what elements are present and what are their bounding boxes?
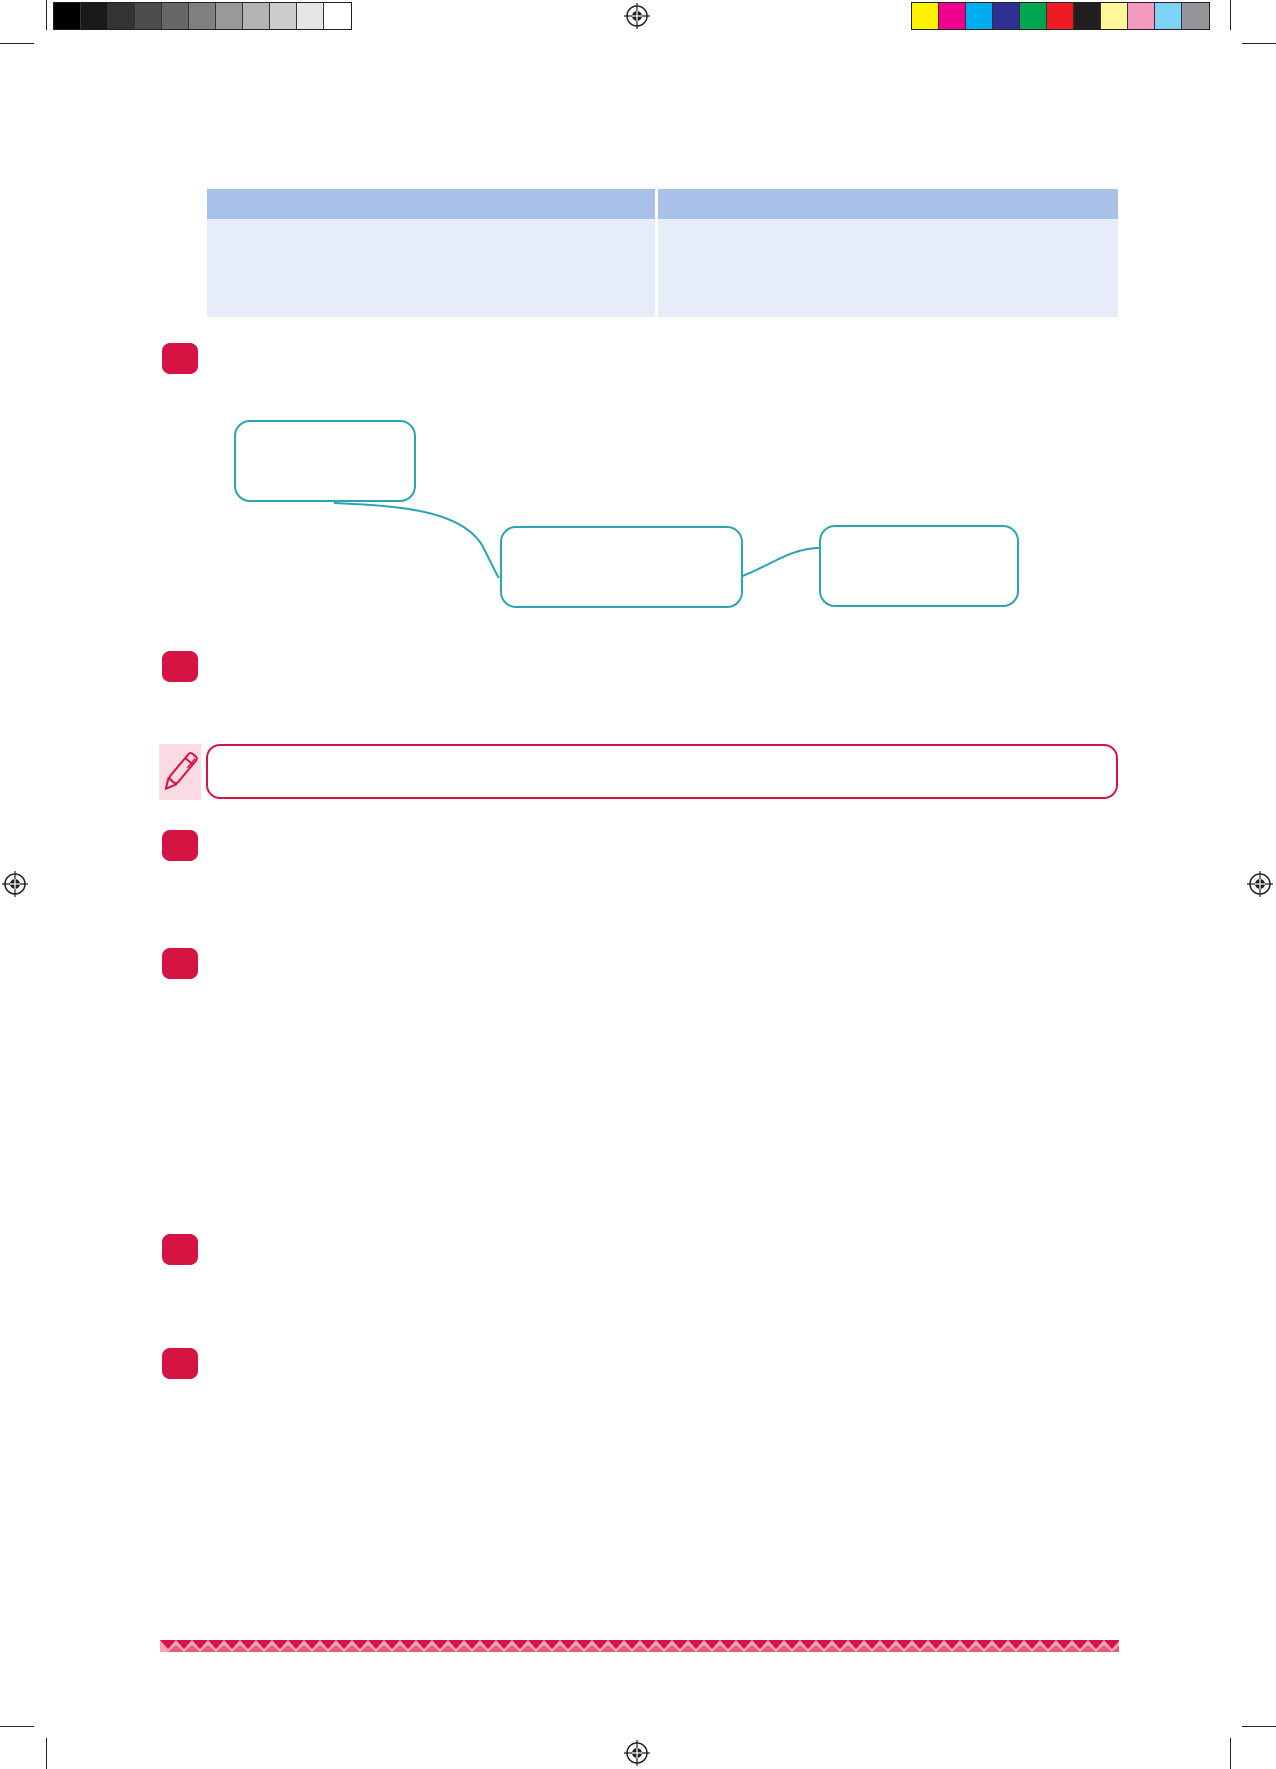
crop-mark bbox=[0, 1726, 34, 1727]
diagram-box[interactable] bbox=[819, 525, 1019, 607]
question-marker bbox=[162, 1348, 198, 1379]
registration-target-icon bbox=[2, 871, 28, 897]
pen-badge bbox=[159, 744, 201, 800]
pen-icon bbox=[164, 752, 198, 790]
registration-target-icon bbox=[1247, 871, 1273, 897]
diagram-box[interactable] bbox=[234, 420, 416, 502]
crop-mark bbox=[1230, 1738, 1231, 1769]
question-marker bbox=[162, 948, 198, 979]
crop-mark bbox=[1242, 1726, 1276, 1727]
question-marker bbox=[162, 1234, 198, 1265]
connector-line bbox=[333, 502, 500, 579]
footer-decorative-band bbox=[160, 1640, 1119, 1652]
diagram-box[interactable] bbox=[500, 526, 743, 608]
crop-mark bbox=[46, 1738, 47, 1769]
question-marker bbox=[162, 830, 198, 861]
connector-line bbox=[739, 547, 821, 578]
registration-target-icon bbox=[624, 1740, 650, 1766]
workbook-page bbox=[0, 0, 1276, 1769]
notes-field[interactable] bbox=[206, 744, 1118, 799]
